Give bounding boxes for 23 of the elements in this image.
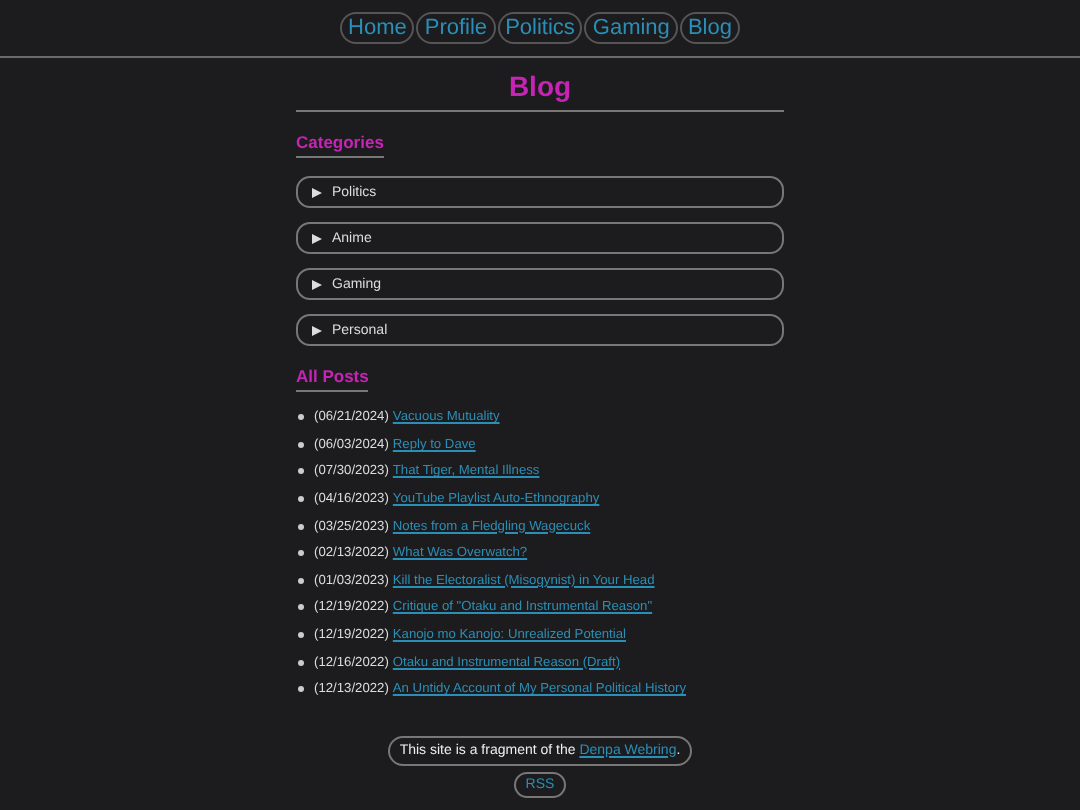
nav-link[interactable]: Gaming xyxy=(584,12,678,44)
bullet-icon xyxy=(298,686,304,693)
nav-link[interactable]: Blog xyxy=(679,12,740,44)
nav-link[interactable]: Profile xyxy=(416,12,496,44)
triangle-icon xyxy=(312,325,322,335)
bullet-icon xyxy=(298,604,304,611)
bullet-icon xyxy=(298,577,304,584)
section-heading: Categories xyxy=(296,132,384,158)
bullet-icon xyxy=(298,550,304,557)
section-heading: All Posts xyxy=(296,366,369,392)
triangle-icon xyxy=(312,279,322,289)
bullet-icon xyxy=(298,523,304,530)
bullet-icon xyxy=(298,468,304,475)
nav-link[interactable]: Home xyxy=(340,12,415,44)
bullet-icon xyxy=(298,632,304,639)
page-title: Blog xyxy=(296,58,784,112)
triangle-icon xyxy=(312,187,322,197)
bullet-icon xyxy=(298,659,304,666)
bullet-icon xyxy=(298,496,304,503)
bullet-icon xyxy=(298,414,304,421)
bullet-icon xyxy=(298,441,304,448)
nav-link[interactable]: Politics xyxy=(497,12,583,44)
triangle-icon xyxy=(312,233,322,243)
